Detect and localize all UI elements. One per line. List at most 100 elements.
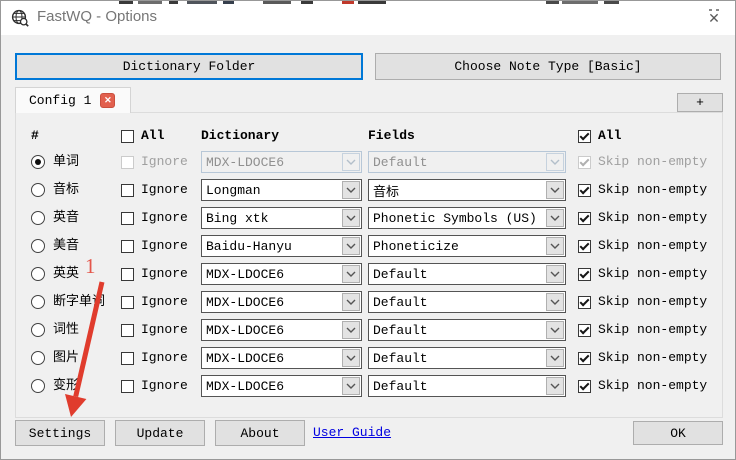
fields-select[interactable]: 音标 xyxy=(368,179,566,201)
skip-checkbox[interactable] xyxy=(578,324,591,337)
chevron-down-icon[interactable] xyxy=(342,237,360,255)
chevron-down-icon[interactable] xyxy=(546,265,564,283)
row-label: 断字单词 xyxy=(53,294,106,309)
chevron-down-icon[interactable] xyxy=(546,321,564,339)
ignore-label: Ignore xyxy=(141,154,188,169)
skip-label: Skip non-empty xyxy=(598,350,708,365)
ignore-checkbox[interactable] xyxy=(121,268,134,281)
fields-select[interactable]: Default xyxy=(368,375,566,397)
dictionary-folder-button[interactable]: Dictionary Folder xyxy=(15,53,363,80)
chevron-down-icon[interactable] xyxy=(546,153,564,171)
skip-checkbox[interactable] xyxy=(578,184,591,197)
dictionary-select[interactable]: Baidu-Hanyu xyxy=(201,235,362,257)
fields-select-value: Default xyxy=(373,154,428,170)
dictionary-select-value: MDX-LDOCE6 xyxy=(206,322,285,338)
ignore-checkbox[interactable] xyxy=(121,352,134,365)
ok-button[interactable]: OK xyxy=(633,421,723,445)
fields-select[interactable]: Phonetic Symbols (US) xyxy=(368,207,566,229)
ignore-label: Ignore xyxy=(141,182,188,197)
all-ignore-checkbox[interactable] xyxy=(121,130,134,143)
dictionary-select[interactable]: MDX-LDOCE6 xyxy=(201,263,362,285)
row-radio[interactable] xyxy=(31,155,45,169)
dictionary-select[interactable]: MDX-LDOCE6 xyxy=(201,375,362,397)
skip-label: Skip non-empty xyxy=(598,210,708,225)
window-close-button[interactable]: ✕ xyxy=(700,6,728,30)
skip-checkbox[interactable] xyxy=(578,268,591,281)
about-button[interactable]: About xyxy=(215,420,305,446)
dictionary-select[interactable]: Bing xtk xyxy=(201,207,362,229)
skip-label: Skip non-empty xyxy=(598,238,708,253)
dictionary-select[interactable]: MDX-LDOCE6 xyxy=(201,291,362,313)
row-radio[interactable] xyxy=(31,239,45,253)
user-guide-link[interactable]: User Guide xyxy=(313,420,391,446)
chevron-down-icon[interactable] xyxy=(342,321,360,339)
dictionary-select-value: MDX-LDOCE6 xyxy=(206,154,285,170)
fields-select[interactable]: Phoneticize xyxy=(368,235,566,257)
row-radio[interactable] xyxy=(31,183,45,197)
dictionary-select-value: MDX-LDOCE6 xyxy=(206,378,285,394)
ignore-checkbox[interactable] xyxy=(121,296,134,309)
row-radio[interactable] xyxy=(31,211,45,225)
dictionary-select[interactable]: MDX-LDOCE6 xyxy=(201,319,362,341)
chevron-down-icon[interactable] xyxy=(546,293,564,311)
fields-select[interactable]: Default xyxy=(368,151,566,173)
fields-select-value: Default xyxy=(373,322,428,338)
all-skip-checkbox[interactable] xyxy=(578,130,591,143)
chevron-down-icon[interactable] xyxy=(546,349,564,367)
row-radio[interactable] xyxy=(31,351,45,365)
update-button[interactable]: Update xyxy=(115,420,205,446)
fields-select-value: 音标 xyxy=(373,184,400,200)
row-radio[interactable] xyxy=(31,323,45,337)
choose-note-type-button[interactable]: Choose Note Type [Basic] xyxy=(375,53,721,80)
fields-select-value: Default xyxy=(373,350,428,366)
dictionary-select-value: MDX-LDOCE6 xyxy=(206,294,285,310)
fields-select[interactable]: Default xyxy=(368,263,566,285)
dictionary-select[interactable]: MDX-LDOCE6 xyxy=(201,151,362,173)
chevron-down-icon[interactable] xyxy=(546,209,564,227)
fields-select[interactable]: Default xyxy=(368,319,566,341)
ignore-checkbox[interactable] xyxy=(121,240,134,253)
chevron-down-icon[interactable] xyxy=(546,237,564,255)
chevron-down-icon[interactable] xyxy=(546,377,564,395)
skip-label: Skip non-empty xyxy=(598,266,708,281)
skip-checkbox[interactable] xyxy=(578,296,591,309)
skip-checkbox[interactable] xyxy=(578,156,591,169)
table-row: 变形 Ignore MDX-LDOCE6 Default Skip non-em… xyxy=(1,372,735,400)
settings-button[interactable]: Settings xyxy=(15,420,105,446)
app-globe-search-icon xyxy=(11,9,29,27)
fields-select[interactable]: Default xyxy=(368,291,566,313)
fields-select-value: Default xyxy=(373,266,428,282)
row-radio[interactable] xyxy=(31,379,45,393)
chevron-down-icon[interactable] xyxy=(546,181,564,199)
chevron-down-icon[interactable] xyxy=(342,209,360,227)
tab-close-icon[interactable]: ✕ xyxy=(100,93,116,108)
ignore-checkbox[interactable] xyxy=(121,324,134,337)
add-config-button[interactable]: + xyxy=(677,93,723,112)
chevron-down-icon[interactable] xyxy=(342,265,360,283)
row-radio[interactable] xyxy=(31,267,45,281)
chevron-down-icon[interactable] xyxy=(342,153,360,171)
dictionary-select-value: MDX-LDOCE6 xyxy=(206,266,285,282)
skip-label: Skip non-empty xyxy=(598,154,708,169)
row-label: 英英 xyxy=(53,266,80,281)
ignore-checkbox[interactable] xyxy=(121,184,134,197)
skip-checkbox[interactable] xyxy=(578,352,591,365)
chevron-down-icon[interactable] xyxy=(342,181,360,199)
dictionary-select[interactable]: MDX-LDOCE6 xyxy=(201,347,362,369)
chevron-down-icon[interactable] xyxy=(342,293,360,311)
annotation-step-number: 1 xyxy=(85,254,96,278)
chevron-down-icon[interactable] xyxy=(342,377,360,395)
tab-config-1[interactable]: Config 1 ✕ xyxy=(15,87,131,113)
skip-label: Skip non-empty xyxy=(598,182,708,197)
row-radio[interactable] xyxy=(31,295,45,309)
skip-checkbox[interactable] xyxy=(578,380,591,393)
skip-checkbox[interactable] xyxy=(578,240,591,253)
fields-select[interactable]: Default xyxy=(368,347,566,369)
ignore-checkbox[interactable] xyxy=(121,156,134,169)
skip-checkbox[interactable] xyxy=(578,212,591,225)
ignore-checkbox[interactable] xyxy=(121,212,134,225)
ignore-checkbox[interactable] xyxy=(121,380,134,393)
dictionary-select[interactable]: Longman xyxy=(201,179,362,201)
chevron-down-icon[interactable] xyxy=(342,349,360,367)
column-header-fields: Fields xyxy=(368,128,415,143)
